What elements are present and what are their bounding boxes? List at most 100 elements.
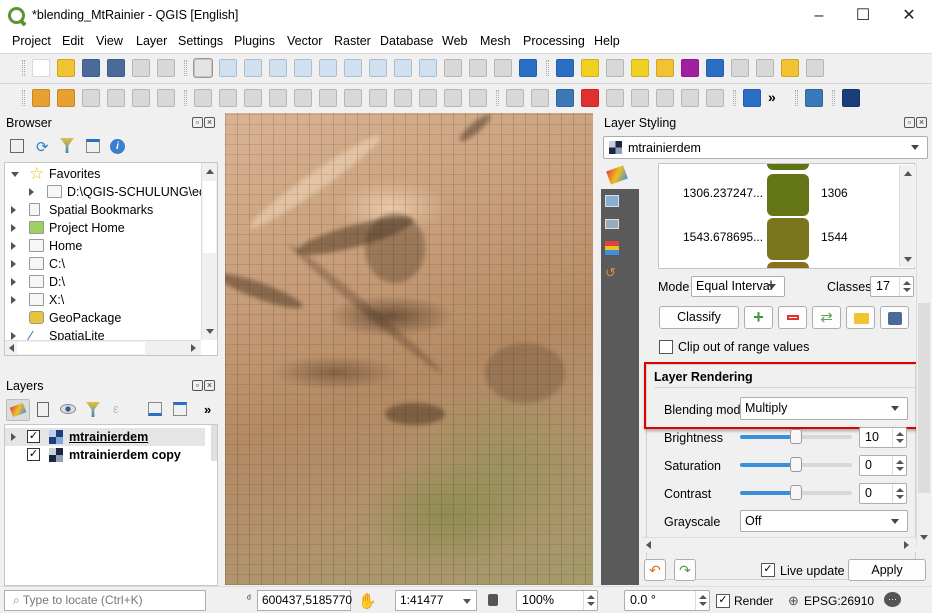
browser-item[interactable]: C:\ [5,255,205,273]
statistics-icon[interactable] [731,59,749,77]
clip-out-of-range-checkbox[interactable] [659,340,673,354]
zoom-native-icon[interactable] [369,59,387,77]
scale-combo[interactable]: 1:41477 [395,590,477,611]
style-manager-icon[interactable] [157,59,175,77]
browser-item[interactable]: Home [5,237,205,255]
expand-arrow-icon[interactable] [11,278,16,286]
menu-settings[interactable]: Settings [178,34,223,48]
slider-knob[interactable] [790,485,802,500]
toolbar-grip[interactable] [184,60,187,76]
browser-item[interactable]: ☆ Favorites [5,164,205,183]
expand-all-icon[interactable] [148,402,162,416]
scroll-left-icon[interactable] [646,541,651,549]
transparency-tab-icon[interactable] [605,195,619,207]
rotate-label-icon[interactable] [681,89,699,107]
pan-to-selection-icon[interactable] [219,59,237,77]
expand-arrow-icon[interactable] [11,260,16,268]
more-tools-icon[interactable]: » [204,402,211,417]
saturation-spinbox[interactable]: 0 [859,455,907,476]
float-icon[interactable]: ▫ [192,117,203,128]
zoom-to-layer-icon[interactable] [344,59,362,77]
expand-arrow-icon[interactable] [11,296,16,304]
zoom-full-icon[interactable] [294,59,312,77]
expand-arrow-icon[interactable] [11,433,16,441]
toolbar-grip[interactable] [184,90,187,106]
coordinate-field[interactable]: 600437,5185770 [257,590,352,611]
browser-item[interactable]: Project Home [5,219,205,237]
map-canvas[interactable] [225,113,593,585]
new-temporary-layer-icon[interactable] [132,89,150,107]
pan-icon[interactable] [193,58,213,78]
new-map-view-icon[interactable] [444,59,462,77]
remove-class-button[interactable] [778,306,807,329]
scroll-right-icon[interactable] [191,344,196,352]
history-tab-icon[interactable]: ↺ [605,266,619,279]
filter-legend-icon[interactable] [86,402,100,417]
class-color-swatch[interactable] [767,262,809,268]
deselect-icon[interactable] [631,59,649,77]
layer-visibility-checkbox[interactable]: ✓ [27,430,40,443]
toolbar-grip[interactable] [832,90,835,106]
spin-arrows-icon[interactable] [892,456,906,475]
maximize-button[interactable]: ☐ [840,4,886,28]
menu-plugins[interactable]: Plugins [234,34,275,48]
more-icon[interactable]: » [768,89,786,107]
delete-selected-icon[interactable] [344,89,362,107]
collapse-arrow-icon[interactable] [11,172,19,177]
toolbar-grip[interactable] [22,60,25,76]
contrast-spinbox[interactable]: 0 [859,483,907,504]
python-console-icon[interactable] [805,89,823,107]
toolbar-grip[interactable] [733,90,736,106]
open-attribute-table-icon[interactable] [656,59,674,77]
styling-scrollbar-h[interactable] [642,537,916,552]
field-calculator-icon[interactable] [681,59,699,77]
refresh-browser-icon[interactable]: ⟳ [36,138,49,156]
menu-mesh[interactable]: Mesh [480,34,511,48]
messages-icon[interactable]: ··· [884,592,901,607]
open-project-icon[interactable] [57,59,75,77]
layers-scrollbar[interactable] [211,425,217,461]
scroll-right-icon[interactable] [904,541,909,549]
class-label[interactable]: 1306 [821,186,848,200]
save-as-icon[interactable] [107,59,125,77]
style-panel-button[interactable] [6,399,30,421]
refresh-icon[interactable] [519,59,537,77]
close-button[interactable]: ✕ [886,4,932,28]
add-selected-layers-icon[interactable] [10,139,24,153]
change-label-icon[interactable] [706,89,724,107]
scroll-left-icon[interactable] [9,344,14,352]
menu-processing[interactable]: Processing [523,34,585,48]
label-tool-icon[interactable] [506,89,524,107]
menu-layer[interactable]: Layer [136,34,167,48]
new-shapefile-layer-icon[interactable] [82,89,100,107]
collapse-all-icon[interactable] [173,402,187,416]
expand-arrow-icon[interactable] [11,332,16,340]
add-class-button[interactable]: + [744,306,773,329]
close-panel-icon[interactable]: × [916,117,927,128]
new-project-icon[interactable] [32,59,50,77]
histogram-tab-icon[interactable] [605,219,619,229]
map-tips-icon[interactable] [781,59,799,77]
live-update-checkbox[interactable]: ✓ [761,563,775,577]
browser-item[interactable]: GeoPackage [5,309,205,327]
toolbar-grip[interactable] [546,60,549,76]
scroll-up-icon[interactable] [206,169,214,174]
toolbar-grip[interactable] [795,90,798,106]
print-layout-icon[interactable] [132,59,150,77]
layer-abc-icon[interactable] [581,89,599,107]
class-color-swatch[interactable] [767,164,809,170]
close-panel-icon[interactable]: × [204,380,215,391]
reverse-colors-button[interactable]: ⇄ [812,306,841,329]
redo-style-button[interactable]: ↷ [674,559,696,581]
save-project-icon[interactable] [82,59,100,77]
current-edits-icon[interactable] [194,89,212,107]
metasearch-icon[interactable] [743,89,761,107]
undo-style-button[interactable]: ↶ [644,559,666,581]
close-panel-icon[interactable]: × [204,117,215,128]
menu-database[interactable]: Database [380,34,434,48]
zoom-next-icon[interactable] [419,59,437,77]
browser-item[interactable]: X:\ [5,291,205,309]
filter-expression-icon[interactable]: ε [113,401,119,416]
browser-item[interactable]: D:\ [5,273,205,291]
expand-arrow-icon[interactable] [11,242,16,250]
